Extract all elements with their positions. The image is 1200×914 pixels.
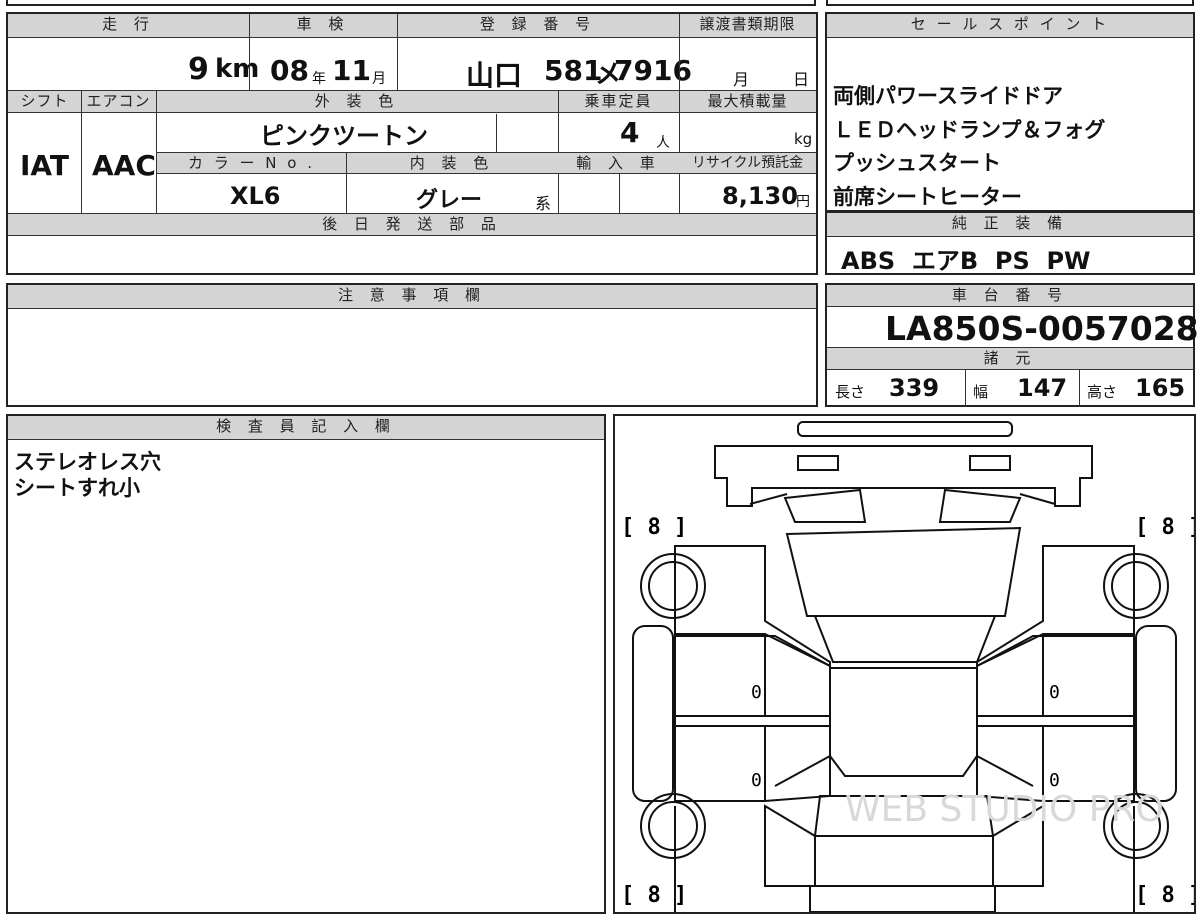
genuine-equipment-panel: 純 正 装 備 ABS エアB PS PW [825,211,1195,275]
recycle-fee-value: 8,130 [722,182,798,210]
registration-region: 山口 [466,59,523,92]
watermark: WEB STUDIO PRO [845,789,1164,830]
mileage-value: 9 [188,52,209,87]
door-rear-right-value: 0 [1049,770,1060,791]
shaken-year: 08 [270,54,309,87]
capacity-header: 乗車定員 [558,91,679,113]
tread-front-right: [ 8 ] [1135,515,1194,540]
sales-point-3: プッシュスタート [833,151,1001,175]
interior-color-header: 内 装 色 [346,153,558,174]
transfer-month-unit: 月 [733,70,750,89]
length-value: 339 [889,374,940,402]
inspector-line-2: シートすれ小 [14,476,140,500]
shaken-month-unit: 月 [372,71,386,87]
recycle-fee-unit: 円 [796,194,810,210]
tread-rear-left: [ 8 ] [621,883,687,908]
shaken-header: 車 検 [249,14,397,38]
chassis-number: LA850S-0057028 [885,309,1199,348]
shift-header: シフト [8,91,81,113]
vehicle-info-grid: 走 行 車 検 登 録 番 号 譲渡書類期限 9 km 08 年 11 月 山口… [6,12,818,275]
capacity-value: 4 [620,116,640,149]
transfer-deadline-header: 譲渡書類期限 [679,14,816,38]
mileage-header: 走 行 [8,14,249,38]
sales-points-header: セ ー ル ス ポ イ ン ト [827,14,1193,38]
sales-point-1: 両側パワースライドドア [833,84,1063,108]
interior-color-value: グレー [416,188,483,213]
car-diagram: [ 8 ] [ 8 ] [ 8 ] [ 8 ] 0 0 0 0 WEB STUD… [621,421,1194,912]
chassis-header: 車 台 番 号 [827,285,1193,307]
inspector-header: 検 査 員 記 入 欄 [8,416,604,440]
door-front-left-value: 0 [751,682,762,703]
recycle-fee-header: リサイクル預託金 [679,153,816,174]
notes-panel: 注 意 事 項 欄 [6,283,818,407]
max-load-header: 最大積載量 [679,91,816,113]
genuine-equipment-value: ABS エアB PS PW [841,247,1091,275]
transfer-day-unit: 日 [793,70,810,89]
later-parts-header: 後 日 発 送 部 品 [8,214,816,236]
notes-header: 注 意 事 項 欄 [8,285,816,309]
aircon-value: AAC [92,149,156,182]
door-front-right-value: 0 [1049,682,1060,703]
shift-value: IAT [20,149,70,182]
shaken-month: 11 [332,54,371,87]
car-diagram-panel: [ 8 ] [ 8 ] [ 8 ] [ 8 ] 0 0 0 0 WEB STUD… [613,414,1196,914]
mileage-unit: km [215,54,260,84]
sales-points-panel: セ ー ル ス ポ イ ン ト 両側パワースライドドア ＬＥＤヘッドランプ＆フォ… [825,12,1195,212]
tread-front-left: [ 8 ] [621,515,687,540]
door-rear-left-value: 0 [751,770,762,791]
color-no-value: XL6 [230,182,281,210]
tread-rear-right: [ 8 ] [1135,883,1194,908]
sales-point-2: ＬＥＤヘッドランプ＆フォグ [833,118,1106,142]
max-load-unit: kg [794,130,813,148]
length-label: 長さ [835,383,866,401]
registration-number: 581 [544,54,603,87]
capacity-unit: 人 [656,135,670,151]
top-partial-strip-right [826,0,1194,6]
registration-serial: 7916 [614,54,692,87]
shaken-year-unit: 年 [312,71,326,87]
top-partial-strip [6,0,816,6]
import-header: 輸 入 車 [558,153,679,174]
height-value: 165 [1135,374,1186,402]
specs-header: 諸 元 [827,348,1193,370]
chassis-panel: 車 台 番 号 LA850S-0057028 諸 元 長さ 339 幅 147 … [825,283,1199,407]
inspector-panel: 検 査 員 記 入 欄 ステレオレス穴 シートすれ小 [6,414,606,914]
aircon-header: エアコン [81,91,156,113]
registration-header: 登 録 番 号 [397,14,679,38]
width-label: 幅 [973,383,989,401]
width-value: 147 [1017,374,1068,402]
color-no-header: カ ラ ー N o . [157,153,346,174]
exterior-color-value: ピンクツートン [260,122,428,150]
exterior-color-header: 外 装 色 [156,91,558,113]
height-label: 高さ [1087,383,1118,401]
interior-color-suffix: 系 [535,194,552,213]
sales-point-4: 前席シートヒーター [833,185,1022,209]
genuine-equipment-header: 純 正 装 備 [827,213,1193,237]
